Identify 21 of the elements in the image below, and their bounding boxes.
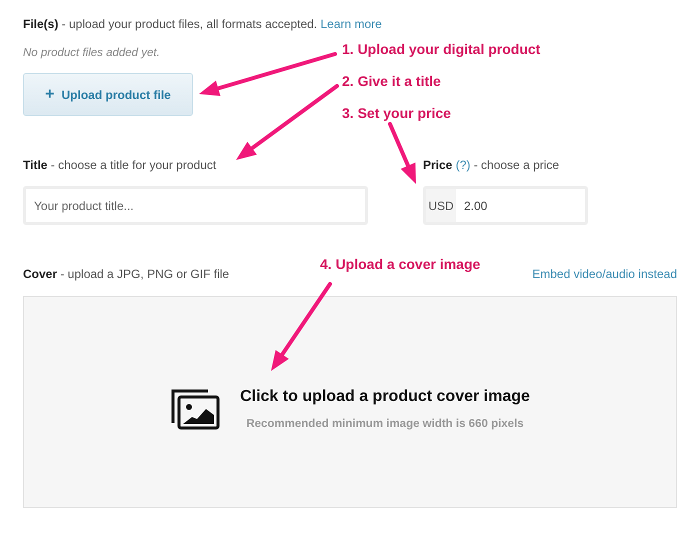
cover-size-note: Recommended minimum image width is 660 pixels bbox=[246, 416, 524, 432]
cover-label: Cover - upload a JPG, PNG or GIF file bbox=[23, 267, 230, 282]
currency-label: USD bbox=[426, 189, 456, 222]
title-field[interactable]: Your product title... bbox=[23, 186, 368, 225]
price-label: Price (?) - choose a price bbox=[423, 158, 560, 173]
learn-more-link[interactable]: Learn more bbox=[320, 17, 382, 31]
upload-file-button[interactable]: + Upload product file bbox=[23, 73, 193, 116]
cover-upload-area[interactable]: Click to upload a product cover image Recommended minimum image width is 660 pixels bbox=[23, 296, 677, 508]
empty-message: No product files added yet. bbox=[23, 46, 160, 61]
files-label: File(s) - upload your product files, all formats accepted. Learn more bbox=[23, 17, 383, 32]
annotation-text: 4. Upload a cover image bbox=[320, 255, 480, 274]
price-field[interactable]: 2.00 bbox=[456, 189, 585, 222]
title-label: Title - choose a title for your product bbox=[23, 158, 218, 173]
image-gallery-icon bbox=[170, 388, 220, 430]
annotation-text: 3. Set your price bbox=[342, 104, 451, 123]
arrow bbox=[388, 122, 416, 184]
price-input-group[interactable]: USD 2.00 bbox=[423, 186, 588, 225]
annotation-text: 1. Upload your digital product bbox=[342, 40, 540, 59]
cover-upload-prompt: Click to upload a product cover image bbox=[240, 386, 530, 407]
annotation-text: 2. Give it a title bbox=[342, 72, 441, 91]
embed-video-link[interactable]: Embed video/audio instead bbox=[532, 267, 677, 282]
